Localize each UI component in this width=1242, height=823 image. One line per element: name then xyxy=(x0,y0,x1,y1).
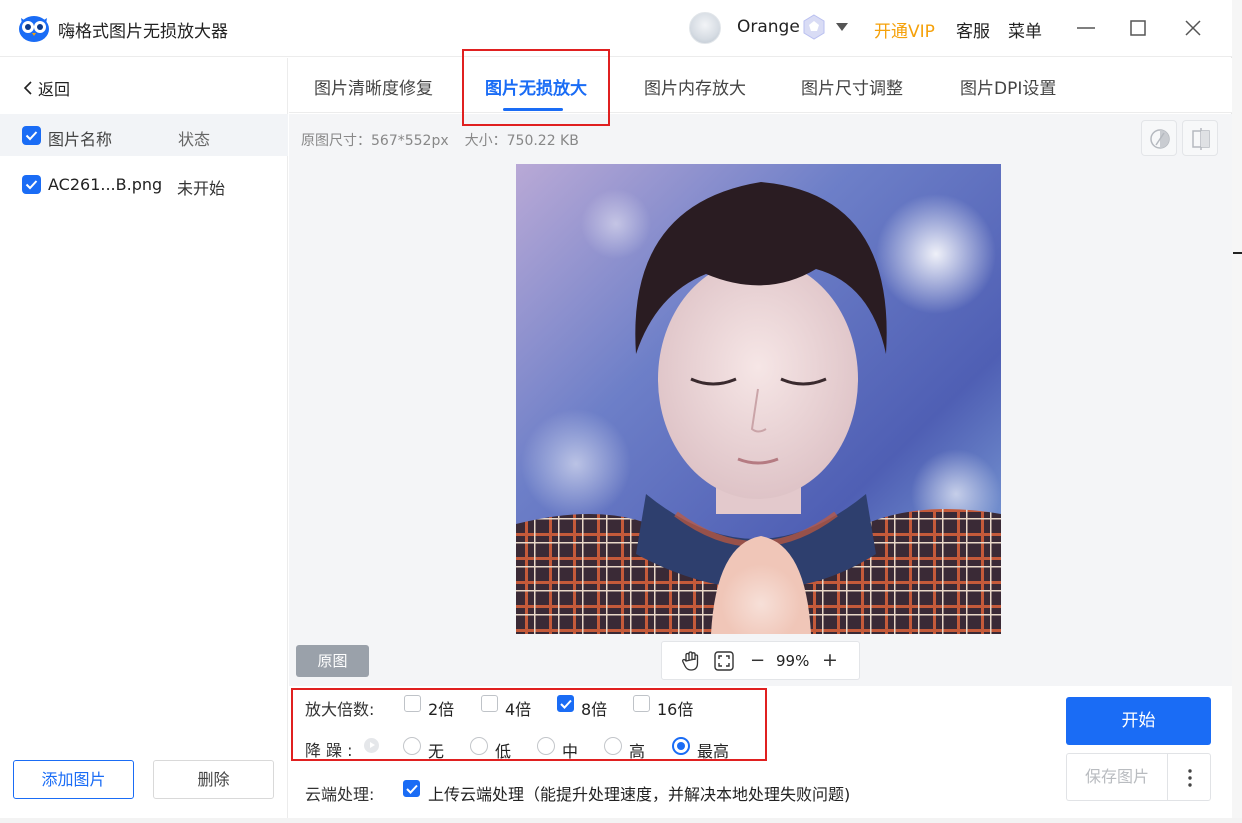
more-vertical-icon xyxy=(1188,769,1192,787)
tab-dpi-settings[interactable]: 图片DPI设置 xyxy=(960,74,1056,99)
tab-highlight-box xyxy=(462,49,610,126)
minimize-icon[interactable] xyxy=(1072,14,1100,42)
file-sidebar: 返回 图片名称 状态 AC261...B.png 未开始 添加图片 删除 xyxy=(0,58,288,818)
more-options-button[interactable] xyxy=(1167,753,1211,801)
chevron-left-icon xyxy=(23,81,32,95)
app-title: 嗨格式图片无损放大器 xyxy=(58,22,228,42)
customer-service-link[interactable]: 客服 xyxy=(956,17,990,42)
back-button[interactable]: 返回 xyxy=(22,76,70,100)
zoom-level: 99% xyxy=(776,652,810,670)
options-highlight-box xyxy=(291,688,767,761)
split-view-icon xyxy=(1192,128,1210,150)
tab-size-adjust[interactable]: 图片尺寸调整 xyxy=(801,74,903,99)
close-icon[interactable] xyxy=(1179,14,1207,42)
save-image-button[interactable]: 保存图片 xyxy=(1066,753,1167,801)
file-list-item[interactable]: AC261...B.png 未开始 xyxy=(0,166,288,204)
open-vip-link[interactable]: 开通VIP xyxy=(874,17,935,42)
back-label: 返回 xyxy=(38,80,71,99)
cloud-label: 云端处理: xyxy=(305,785,375,804)
image-size: 大小：750.22 KB xyxy=(464,133,579,149)
feature-tabs: 图片清晰度修复 图片无损放大 图片内存放大 图片尺寸调整 图片DPI设置 xyxy=(289,58,1232,113)
cloud-option-label[interactable]: 上传云端处理（能提升处理速度，并解决本地处理失败问题) xyxy=(428,781,850,805)
maximize-icon[interactable] xyxy=(1124,14,1152,42)
compare-button[interactable] xyxy=(1141,120,1177,156)
tab-memory-enlarge[interactable]: 图片内存放大 xyxy=(644,74,746,99)
cloud-checkbox[interactable] xyxy=(403,780,420,797)
background-window-bottom xyxy=(0,818,1242,823)
background-window-edge xyxy=(1232,0,1242,823)
image-info: 原图尺寸：567*552px 大小：750.22 KB xyxy=(301,130,579,150)
preview-image xyxy=(516,164,1001,634)
app-window: 嗨格式图片无损放大器 Orange 开通VIP 客服 菜单 返回 图片名称 状态… xyxy=(0,0,1232,818)
zoom-out-button[interactable]: − xyxy=(750,650,765,671)
file-name: AC261...B.png xyxy=(48,175,163,194)
add-image-button[interactable]: 添加图片 xyxy=(13,760,134,799)
background-window-divider xyxy=(1233,252,1242,254)
fit-screen-icon[interactable] xyxy=(713,650,735,672)
file-status: 未开始 xyxy=(177,179,226,198)
column-header-status: 状态 xyxy=(178,130,211,149)
title-bar: 嗨格式图片无损放大器 Orange 开通VIP 客服 菜单 xyxy=(0,0,1232,57)
original-image-button[interactable]: 原图 xyxy=(296,645,369,677)
user-avatar[interactable] xyxy=(689,12,721,44)
tab-clarity-repair[interactable]: 图片清晰度修复 xyxy=(314,74,433,99)
preview-area: 原图尺寸：567*552px 大小：750.22 KB 原图 − 99% + xyxy=(289,114,1232,686)
vip-badge-icon xyxy=(803,14,825,40)
zoom-in-button[interactable]: + xyxy=(822,649,838,671)
file-checkbox[interactable] xyxy=(22,175,41,194)
start-button[interactable]: 开始 xyxy=(1066,697,1211,745)
zoom-toolbar: − 99% + xyxy=(661,641,860,680)
column-header-name: 图片名称 xyxy=(48,130,113,149)
menu-link[interactable]: 菜单 xyxy=(1008,17,1042,42)
file-list-header: 图片名称 状态 xyxy=(0,114,288,156)
delete-button[interactable]: 删除 xyxy=(153,760,274,799)
chevron-down-icon[interactable] xyxy=(836,23,848,31)
username[interactable]: Orange xyxy=(737,17,800,37)
select-all-checkbox[interactable] xyxy=(22,126,41,145)
split-view-button[interactable] xyxy=(1182,120,1218,156)
hand-pan-icon[interactable] xyxy=(680,650,702,672)
owl-logo-icon xyxy=(19,16,49,42)
image-dimension: 原图尺寸：567*552px xyxy=(301,133,449,149)
compare-icon xyxy=(1150,129,1170,149)
